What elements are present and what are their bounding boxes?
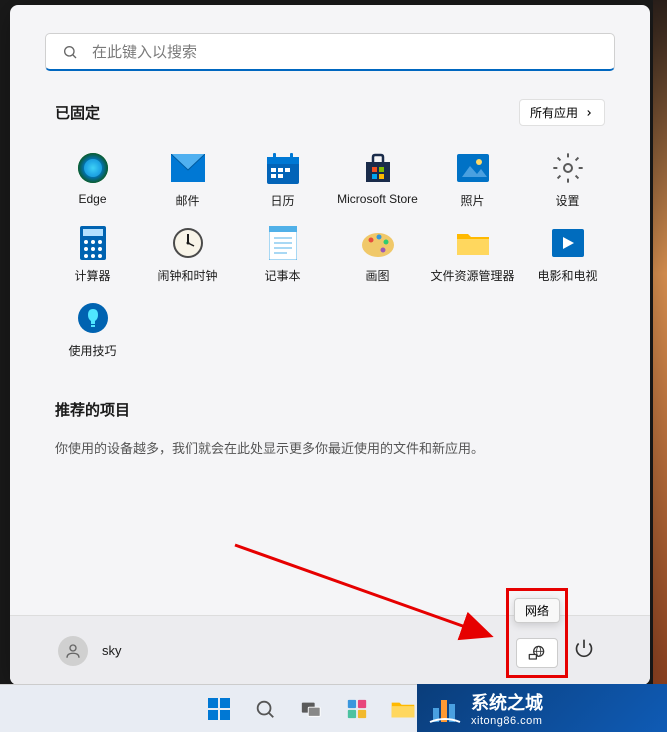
app-label: 记事本 [264,267,300,284]
pinned-apps-grid: Edge 邮件 日历 Microsoft Store 照片 [45,144,615,365]
app-label: 设置 [555,192,579,209]
notepad-icon [265,225,301,261]
app-label: 电影和电视 [537,267,597,284]
settings-icon [550,150,586,186]
app-store[interactable]: Microsoft Store [330,144,425,215]
network-icon [527,644,547,662]
pinned-title: 已固定 [55,102,100,123]
watermark: 系统之城 xitong86.com [417,684,667,732]
search-icon [62,44,78,60]
app-label: Edge [78,192,106,206]
app-label: 闹钟和时钟 [157,267,217,284]
app-label: 邮件 [175,192,199,209]
app-label: Microsoft Store [337,192,418,206]
taskview-icon [300,698,322,720]
app-mail[interactable]: 邮件 [140,144,235,215]
start-menu-footer: sky 网络 [10,615,650,685]
tips-icon [75,300,111,336]
store-icon [360,150,396,186]
taskbar-search-button[interactable] [245,689,285,729]
user-account-button[interactable]: sky [58,636,122,666]
app-notepad[interactable]: 记事本 [235,219,330,290]
app-label: 文件资源管理器 [430,267,514,284]
app-calculator[interactable]: 计算器 [45,219,140,290]
network-tooltip: 网络 [514,598,560,623]
taskbar-taskview-button[interactable] [291,689,331,729]
app-movies[interactable]: 电影和电视 [520,219,615,290]
app-photos[interactable]: 照片 [425,144,520,215]
power-button[interactable] [566,630,602,671]
app-label: 计算器 [74,267,110,284]
power-icon [574,638,594,658]
app-tips[interactable]: 使用技巧 [45,294,140,365]
edge-icon [75,150,111,186]
all-apps-label: 所有应用 [530,104,578,121]
mail-icon [170,150,206,186]
taskbar-widgets-button[interactable] [337,689,377,729]
search-icon [254,698,276,720]
watermark-logo-icon [427,690,463,726]
user-name-label: sky [102,643,122,658]
folder-icon [391,699,415,719]
all-apps-button[interactable]: 所有应用 [519,99,605,126]
start-menu: 在此键入以搜索 已固定 所有应用 Edge 邮件 日历 [10,5,650,685]
app-settings[interactable]: 设置 [520,144,615,215]
windows-icon [207,697,231,721]
app-label: 日历 [270,192,294,209]
taskbar-start-button[interactable] [199,689,239,729]
user-avatar-icon [58,636,88,666]
app-label: 照片 [460,192,484,209]
paint-icon [360,225,396,261]
chevron-right-icon [584,108,594,118]
calculator-icon [75,225,111,261]
app-calendar[interactable]: 日历 [235,144,330,215]
search-box[interactable]: 在此键入以搜索 [45,33,615,71]
app-label: 使用技巧 [68,342,116,359]
watermark-url: xitong86.com [471,715,543,727]
watermark-title: 系统之城 [471,689,543,715]
recommended-empty-text: 你使用的设备越多，我们就会在此处显示更多你最近使用的文件和新应用。 [55,438,605,457]
clock-icon [170,225,206,261]
photos-icon [455,150,491,186]
movies-icon [550,225,586,261]
recommended-title: 推荐的项目 [55,399,605,420]
widgets-icon [346,698,368,720]
app-explorer[interactable]: 文件资源管理器 [425,219,520,290]
calendar-icon [265,150,301,186]
app-paint[interactable]: 画图 [330,219,425,290]
folder-icon [455,225,491,261]
network-button[interactable] [516,638,558,668]
search-placeholder: 在此键入以搜索 [92,41,197,62]
app-edge[interactable]: Edge [45,144,140,215]
app-clock[interactable]: 闹钟和时钟 [140,219,235,290]
app-label: 画图 [365,267,389,284]
